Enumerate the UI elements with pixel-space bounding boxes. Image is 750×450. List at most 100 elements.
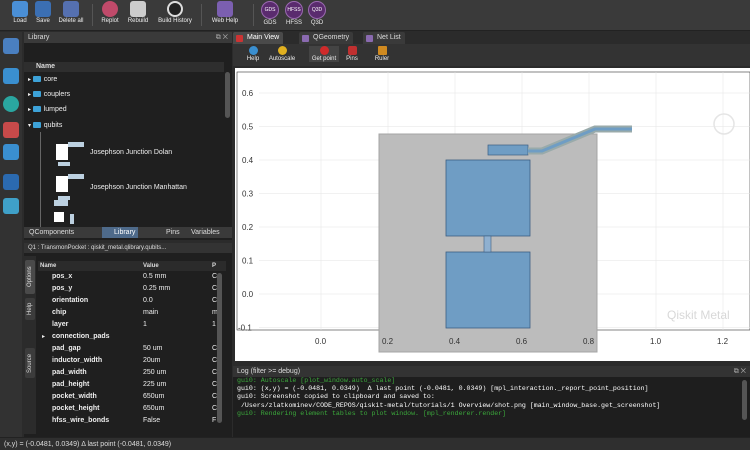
load-button[interactable]: Load	[8, 1, 32, 24]
get-point-tool-button[interactable]: Get point	[309, 46, 339, 62]
tree-folder-lumped[interactable]: ▸ lumped	[28, 105, 67, 115]
option-value[interactable]: main	[143, 307, 158, 319]
y-tick-label: 0.2	[242, 223, 254, 232]
component-jj-manhattan[interactable]: Josephson Junction Manhattan	[90, 184, 187, 191]
delete-all-button[interactable]: Delete all	[55, 1, 87, 24]
plug-icon[interactable]	[3, 122, 19, 138]
tab-net-list[interactable]: Net List	[363, 32, 405, 44]
option-row[interactable]: pad_width 250 um C	[38, 367, 226, 379]
hfss-icon: HFSS	[285, 1, 303, 19]
option-value[interactable]: 650um	[143, 403, 164, 415]
option-value[interactable]: 250 um	[143, 367, 166, 379]
option-row[interactable]: pos_y 0.25 mm C	[38, 283, 226, 295]
expand-arrow-icon[interactable]: ▸	[42, 331, 45, 343]
tree-folder-core[interactable]: ▸ core	[28, 75, 57, 85]
log-panel: Log (filter >= debug) ⧉ ✕ gui0: Autoscal…	[233, 366, 750, 437]
app-window: Load Save Delete all Replot Rebuild Buil…	[0, 0, 750, 450]
option-name: pad_gap	[52, 345, 81, 352]
pins-icon	[347, 46, 357, 55]
option-value[interactable]: 650um	[143, 391, 164, 403]
option-value[interactable]: False	[143, 415, 160, 427]
hfss-renderer-button[interactable]: HFSS HFSS	[283, 1, 305, 26]
tab-source[interactable]: Source	[25, 348, 35, 378]
option-row[interactable]: chip main m	[38, 307, 226, 319]
option-row[interactable]: pad_gap 50 um C	[38, 343, 226, 355]
tab-variables[interactable]: Variables	[188, 227, 223, 238]
tab-main-view[interactable]: Main View	[233, 32, 284, 44]
junction-inductor	[483, 235, 492, 253]
ruler-tool-button[interactable]: Ruler	[371, 46, 393, 62]
q3d-renderer-button[interactable]: Q3D Q3D	[306, 1, 328, 26]
log-dock-controls[interactable]: ⧉ ✕	[734, 366, 746, 377]
option-name: pad_height	[52, 381, 90, 388]
option-value[interactable]: 0.5 mm	[143, 271, 166, 283]
options-scrollbar[interactable]	[217, 273, 222, 423]
option-row[interactable]: pocket_height 650um C	[38, 403, 226, 415]
camera-icon[interactable]	[3, 198, 19, 214]
autoscale-tool-button[interactable]: Autoscale	[265, 46, 299, 62]
plot-tabs: Main View QGeometry Net List	[233, 32, 750, 44]
save-button[interactable]: Save	[32, 1, 54, 24]
tree-folder-qubits[interactable]: ▾ qubits	[28, 121, 62, 131]
component-jj-dolan[interactable]: Josephson Junction Dolan	[90, 149, 172, 156]
library-scrollbar[interactable]	[225, 72, 230, 118]
tab-qgeometry[interactable]: QGeometry	[299, 32, 354, 44]
options-table: Name Value P pos_x 0.5 mm Cpos_y 0.25 mm Cor…	[38, 261, 226, 427]
option-value[interactable]: 0.25 mm	[143, 283, 170, 295]
plot-canvas[interactable]: 0.6 0.5 0.4 0.3 0.2 0.1 0.0 -0.1 0.0 0.2 0.4 0.6 0.…	[235, 68, 750, 361]
help-tool-button[interactable]: Help	[243, 46, 263, 62]
net-list-icon	[366, 35, 373, 42]
toolbar-separator	[253, 4, 254, 26]
design-icon[interactable]	[3, 38, 19, 54]
log-line: gui0: Rendering element tables to plot w…	[237, 409, 507, 417]
option-row[interactable]: pad_height 225 um C	[38, 379, 226, 391]
network-icon[interactable]	[3, 174, 19, 190]
thumbs-up-icon[interactable]	[3, 68, 19, 84]
y-tick-label: 0.4	[242, 156, 254, 165]
option-value[interactable]: 20um	[143, 355, 161, 367]
tab-pins[interactable]: Pins	[154, 227, 183, 238]
x-tick-label: 1.2	[717, 337, 729, 346]
option-name: inductor_width	[52, 357, 103, 364]
option-value[interactable]: 1	[143, 319, 147, 331]
delete-all-icon	[63, 1, 79, 17]
dock-controls[interactable]: ⧉ ✕	[216, 32, 228, 43]
connection-pad	[487, 144, 529, 156]
build-history-button[interactable]: Build History	[155, 1, 195, 24]
options-table-header: Name Value P	[38, 261, 226, 271]
function-icon[interactable]	[3, 96, 19, 112]
tab-help[interactable]: Help	[25, 298, 35, 320]
y-tick-label: 0.6	[242, 89, 254, 98]
folder-icon	[32, 122, 41, 128]
option-row[interactable]: orientation 0.0 C	[38, 295, 226, 307]
option-value[interactable]: 50 um	[143, 343, 162, 355]
option-row[interactable]: inductor_width 20um C	[38, 355, 226, 367]
option-row[interactable]: ▸ connection_pads	[38, 331, 226, 343]
toolbar-separator	[201, 4, 202, 26]
tree-folder-couplers[interactable]: ▸ couplers	[28, 90, 70, 100]
pins-tool-button[interactable]: Pins	[343, 46, 361, 62]
document-icon[interactable]	[3, 144, 19, 160]
qubit-pad-top	[445, 159, 531, 237]
gds-renderer-button[interactable]: GDS GDS	[259, 1, 281, 26]
left-panel-tabs: QComponents Library Pins Variables	[24, 227, 232, 238]
rebuild-button[interactable]: Rebuild	[124, 1, 152, 24]
left-dock-bar	[0, 32, 22, 437]
option-row[interactable]: hfss_wire_bonds False F	[38, 415, 226, 427]
tab-library[interactable]: Library	[102, 227, 139, 238]
option-row[interactable]: pos_x 0.5 mm C	[38, 271, 226, 283]
folder-open-icon	[12, 1, 28, 17]
component-info-bar: Q1 : TransmonPocket : qiskit_metal.qlibr…	[24, 243, 232, 253]
replot-button[interactable]: Replot	[98, 1, 122, 24]
replot-icon	[102, 1, 118, 17]
y-tick-label: 0.1	[242, 257, 254, 266]
option-row[interactable]: pocket_width 650um C	[38, 391, 226, 403]
web-help-button[interactable]: Web Help	[207, 1, 243, 24]
option-row[interactable]: layer 1 1	[38, 319, 226, 331]
option-value[interactable]: 0.0	[143, 295, 153, 307]
option-name: hfss_wire_bonds	[52, 417, 110, 424]
tab-qcomponents[interactable]: QComponents	[26, 227, 77, 238]
option-value[interactable]: 225 um	[143, 379, 166, 391]
tab-options[interactable]: Options	[25, 260, 35, 294]
log-scrollbar[interactable]	[742, 380, 747, 420]
